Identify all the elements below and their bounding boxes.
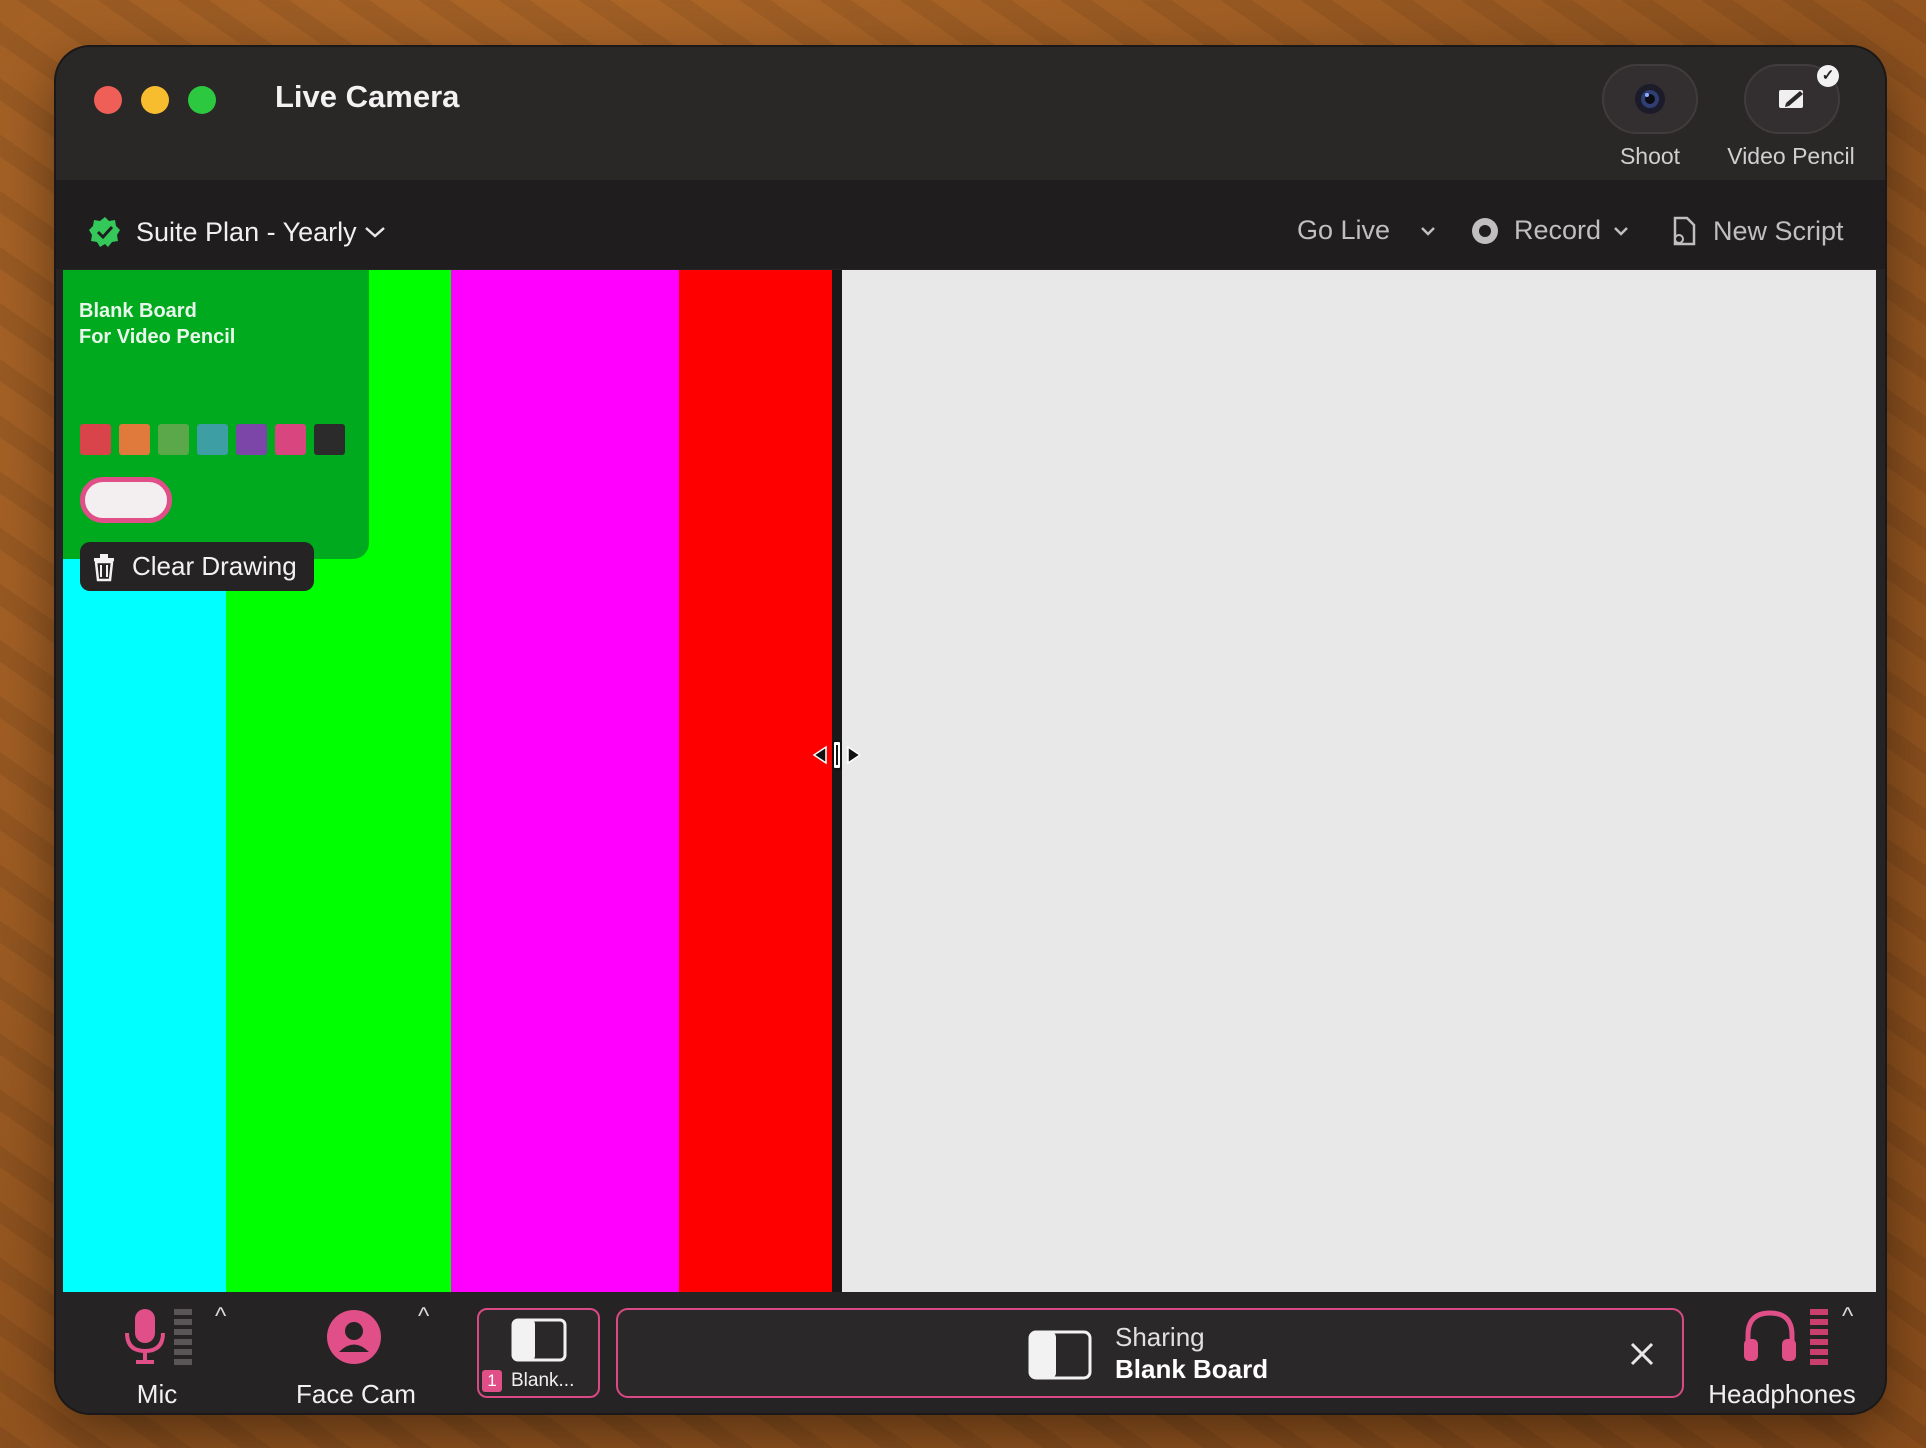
scene-number-badge: 1 [482, 1370, 502, 1392]
shoot-label: Shoot [1619, 143, 1681, 169]
face-cam-button[interactable] [326, 1309, 386, 1369]
video-pencil-panel: Blank Board For Video Pencil Clear Drawi… [63, 270, 369, 591]
active-check-icon: ✓ [1817, 65, 1839, 87]
new-script-label: New Script [1713, 215, 1844, 246]
clear-drawing-label: Clear Drawing [132, 551, 297, 581]
split-board-icon [511, 1318, 567, 1362]
sharing-source-name: Blank Board [1115, 1354, 1269, 1384]
chevron-down-icon [364, 227, 385, 238]
split-divider-handle[interactable] [832, 270, 842, 1292]
script-document-icon [1673, 216, 1696, 246]
mic-label: Mic [136, 1379, 178, 1409]
camera-lens-icon [1635, 84, 1665, 114]
pencil-screen-icon [1779, 90, 1803, 108]
stop-sharing-close-icon[interactable] [1628, 1340, 1656, 1368]
color-bar-red [679, 270, 832, 1292]
record-icon [1472, 217, 1498, 244]
chevron-down-icon [1614, 226, 1628, 236]
face-cam-label: Face Cam [296, 1379, 416, 1409]
app-window: Live Camera Shoot ✓ Video Pencil Suite P… [56, 47, 1885, 1413]
swatch-green[interactable] [158, 424, 189, 455]
person-icon [327, 1310, 381, 1364]
plan-selector[interactable]: Suite Plan - Yearly [88, 215, 387, 249]
clear-drawing-button[interactable]: Clear Drawing [80, 542, 314, 591]
trash-icon [94, 553, 114, 581]
new-script-button[interactable]: New Script [1669, 215, 1844, 247]
record-button[interactable]: Record [1470, 215, 1631, 246]
scene-thumbnail-blank-board[interactable]: 1 Blank... [477, 1308, 600, 1398]
swatch-black[interactable] [314, 424, 345, 455]
zoom-window-button[interactable] [188, 86, 216, 114]
pen-size-toggle[interactable] [80, 477, 172, 523]
swatch-purple[interactable] [236, 424, 267, 455]
headphones-options-caret-icon[interactable]: ^ [1842, 1303, 1853, 1331]
headphones-icon [1744, 1310, 1796, 1361]
plan-label: Suite Plan - Yearly [136, 216, 357, 247]
chevron-down-icon [1421, 226, 1435, 236]
headphones-button[interactable] [1740, 1305, 1840, 1375]
mic-level-meter [174, 1309, 192, 1365]
headphones-label: Headphones [1708, 1379, 1856, 1409]
microphone-icon [125, 1309, 165, 1364]
resize-cursor-icon [812, 740, 862, 770]
sharing-status-bar[interactable]: Sharing Blank Board [616, 1308, 1684, 1398]
window-title: Live Camera [275, 79, 460, 114]
color-bar-magenta [451, 270, 679, 1292]
split-board-icon [1028, 1330, 1092, 1380]
close-window-button[interactable] [94, 86, 122, 114]
verified-badge-icon [89, 217, 120, 247]
record-label: Record [1514, 215, 1602, 245]
panel-title-line1: Blank Board [79, 300, 197, 322]
swatch-teal[interactable] [197, 424, 228, 455]
go-live-label: Go Live [1297, 215, 1391, 245]
swatch-orange[interactable] [119, 424, 150, 455]
minimize-window-button[interactable] [141, 86, 169, 114]
title-bar: Live Camera Shoot ✓ Video Pencil [56, 47, 1885, 180]
video-pencil-label: Video Pencil [1727, 143, 1855, 169]
sharing-label: Sharing [1115, 1322, 1205, 1352]
face-cam-options-caret-icon[interactable]: ^ [418, 1303, 429, 1331]
swatch-pink[interactable] [275, 424, 306, 455]
panel-title-line2: For Video Pencil [79, 326, 236, 348]
scene-label: Blank... [511, 1370, 575, 1391]
shoot-button[interactable] [1602, 64, 1698, 134]
headphones-level-meter [1810, 1309, 1828, 1365]
swatch-red[interactable] [80, 424, 111, 455]
go-live-button[interactable]: Go Live [1297, 215, 1438, 246]
mic-options-caret-icon[interactable]: ^ [215, 1303, 226, 1331]
